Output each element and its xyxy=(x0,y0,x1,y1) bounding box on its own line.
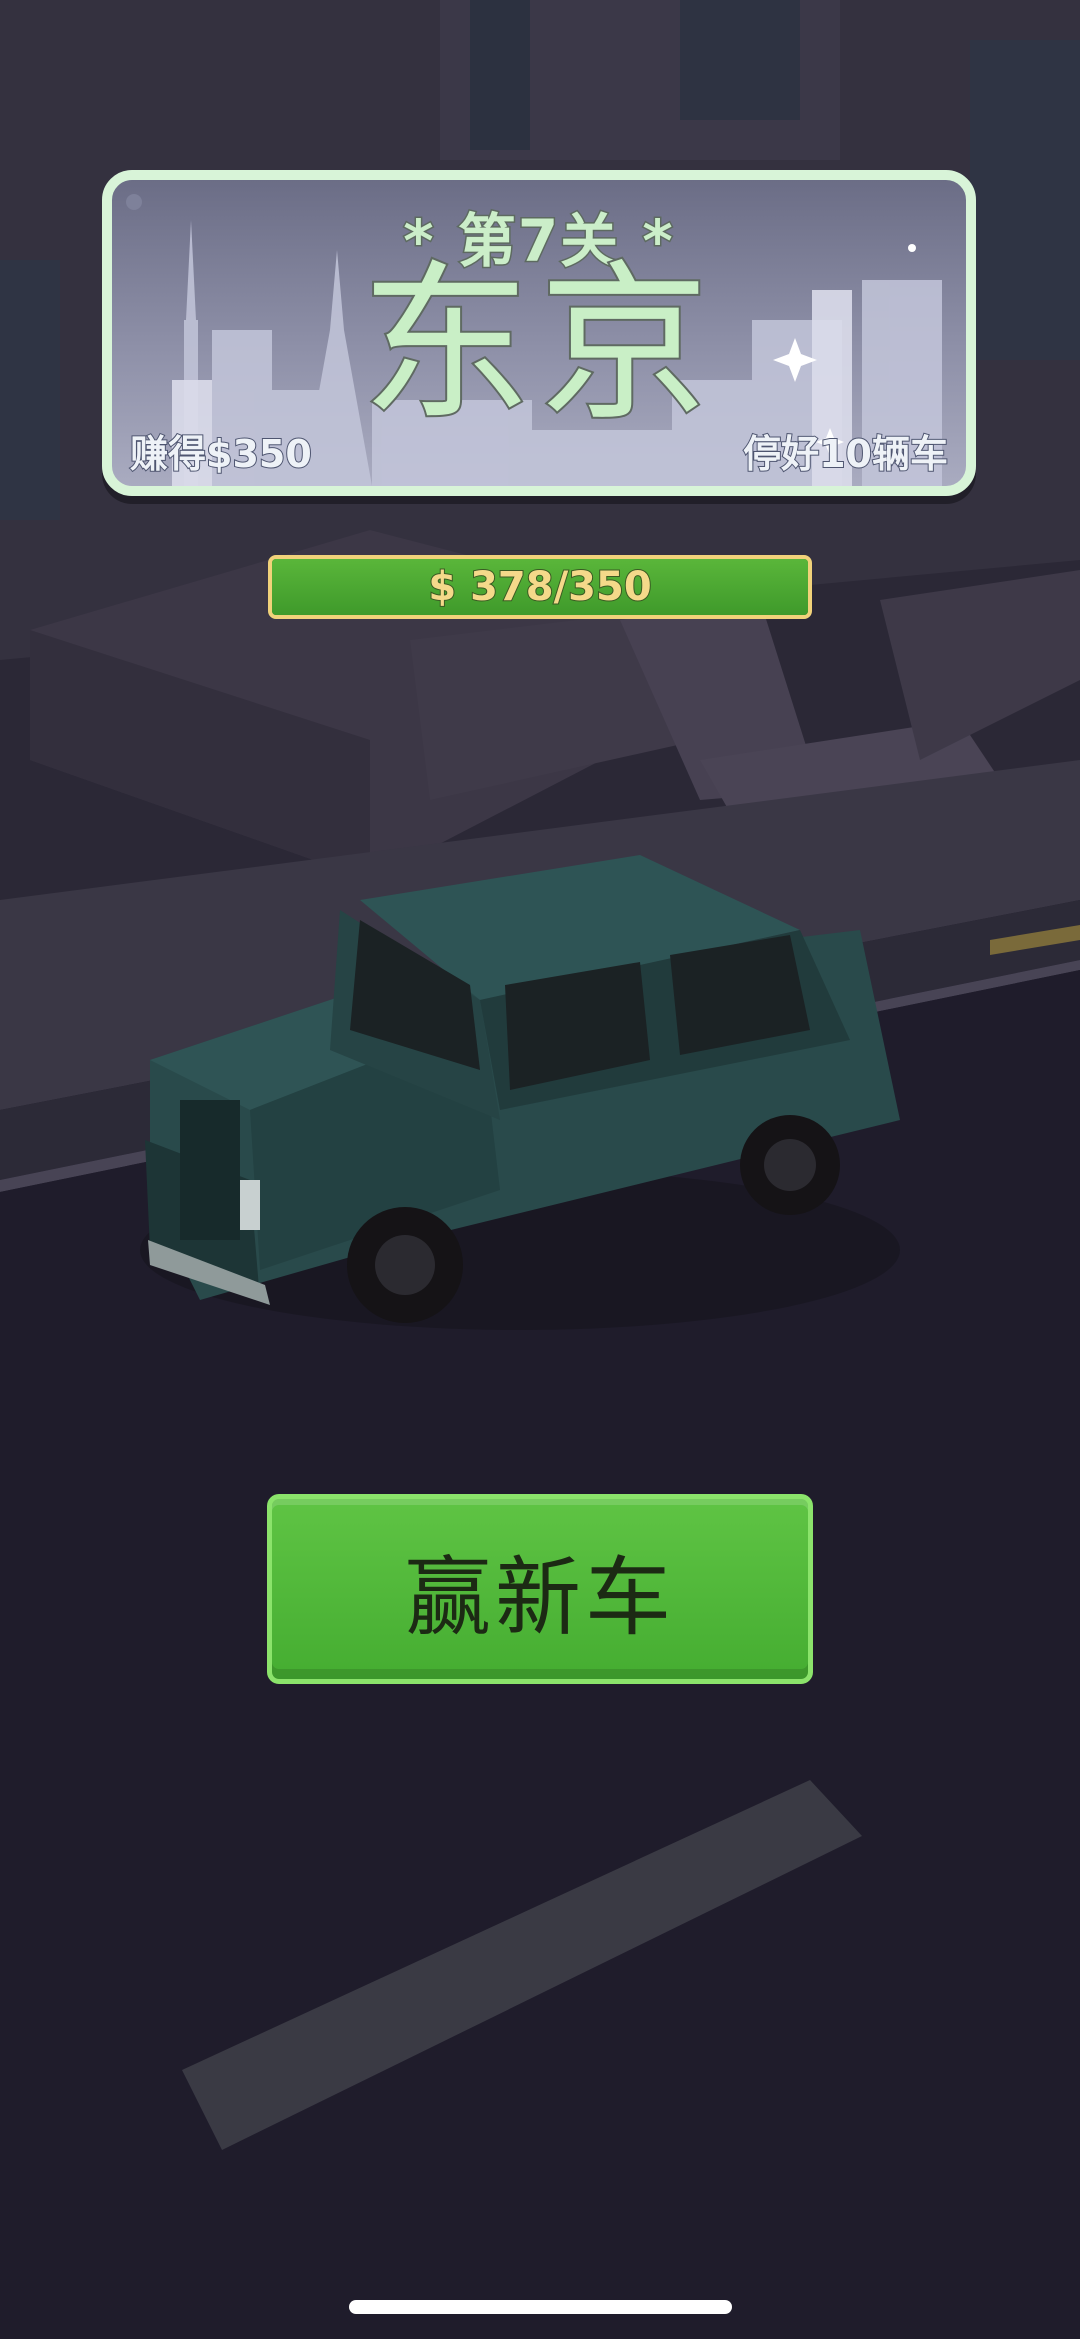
earn-goal-label: 赚得$350 xyxy=(129,431,313,477)
level-banner: * 第7关 * 东京 赚得$350 停好10辆车 xyxy=(102,170,976,496)
win-new-car-button[interactable]: 赢新车 xyxy=(267,1494,813,1684)
home-indicator[interactable] xyxy=(349,2300,732,2314)
money-progress-bar: $ 378/350 xyxy=(268,555,812,619)
city-name: 东京 xyxy=(359,246,717,444)
game-screen: * 第7关 * 东京 赚得$350 停好10辆车 $ 378/350 赢新车 xyxy=(0,0,1080,2339)
money-progress-text: $ 378/350 xyxy=(427,563,652,611)
win-new-car-label: 赢新车 xyxy=(405,1547,675,1648)
park-goal-label: 停好10辆车 xyxy=(742,431,949,477)
